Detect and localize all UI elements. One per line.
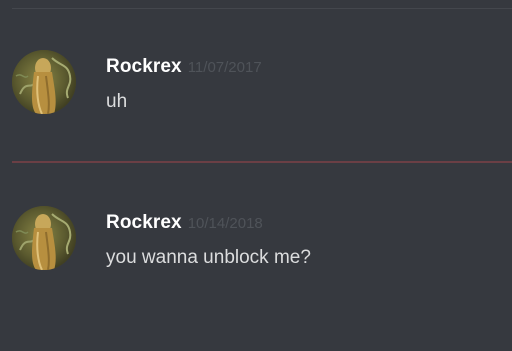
avatar[interactable] — [12, 206, 76, 270]
timestamp: 10/14/2018 — [187, 215, 263, 232]
username[interactable]: Rockrex — [106, 56, 182, 77]
message: Rockrex 11/07/2017 uh — [0, 50, 512, 130]
message-content: you wanna unblock me? — [106, 247, 311, 268]
message-header: Rockrex 11/07/2017 — [106, 56, 262, 78]
username[interactable]: Rockrex — [106, 212, 182, 233]
avatar[interactable] — [12, 50, 76, 114]
message-header: Rockrex 10/14/2018 — [106, 212, 263, 234]
user-avatar-icon — [12, 50, 76, 114]
new-messages-divider — [12, 161, 512, 163]
message-content: uh — [106, 91, 128, 112]
top-divider — [12, 8, 512, 9]
user-avatar-icon — [12, 206, 76, 270]
timestamp: 11/07/2017 — [187, 59, 262, 76]
message: Rockrex 10/14/2018 you wanna unblock me? — [0, 206, 512, 286]
